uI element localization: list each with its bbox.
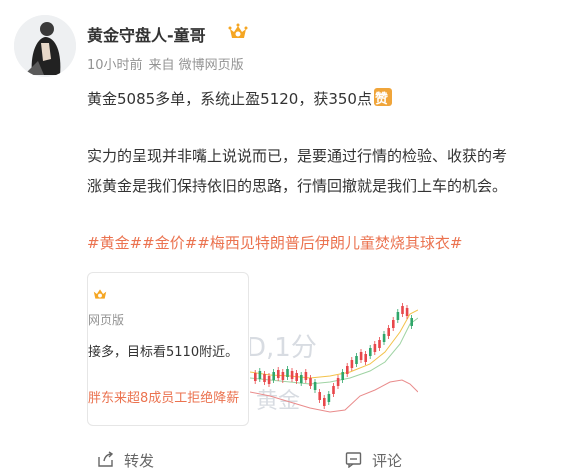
comment-label: 评论 — [372, 452, 403, 470]
chart-image[interactable]: D,1分 黄金 — [250, 272, 418, 424]
candle-body — [304, 372, 308, 380]
quoted-card[interactable]: 网页版 接多，目标看5110附近。 胖东来超8成员工拒绝降薪 — [87, 272, 249, 426]
candle-body — [378, 340, 381, 348]
candle-body — [387, 328, 390, 336]
candle-body — [286, 369, 289, 377]
comment-icon — [345, 452, 362, 469]
candle-body — [364, 354, 367, 362]
post-line-3: 涨黄金是我们保持依旧的思路，行情回撤就是我们上车的机会。 — [87, 177, 508, 195]
card-source: 网页版 — [88, 313, 125, 327]
post-line-2: 实力的呈现并非嘴上说说而已，是要通过行情的检验、收获的考 — [87, 147, 508, 165]
share-label: 转发 — [124, 452, 155, 470]
candle-body — [346, 366, 349, 374]
comment-button[interactable]: 评论 — [345, 450, 402, 471]
candle-body — [382, 334, 386, 342]
chart-watermark-1: D,1分 — [250, 333, 317, 363]
card-link[interactable]: 胖东来超8成员工拒绝降薪 — [88, 387, 239, 406]
author-name[interactable]: 黄金守盘人-童哥 — [87, 22, 206, 46]
candle-body — [350, 360, 354, 368]
author-avatar[interactable] — [14, 15, 76, 77]
candle-body — [290, 371, 294, 379]
vip-crown-icon — [228, 23, 248, 38]
post-hashtags[interactable]: #黄金##金价##梅西见特朗普后伊朗儿童焚烧其球衣# — [87, 232, 462, 253]
share-icon — [98, 451, 114, 467]
zan-emoji-icon — [373, 88, 392, 107]
post-time[interactable]: 10小时前 — [87, 58, 143, 73]
candle-body — [272, 372, 275, 380]
post-meta: 10小时前 来自 微博网页版 — [87, 54, 250, 73]
candle-body — [405, 308, 409, 316]
candle-body — [373, 344, 377, 352]
post-line-1: 黄金5085多单，系统止盈5120，获350点 — [87, 88, 392, 109]
candle-body — [323, 398, 326, 406]
share-button[interactable]: 转发 — [97, 450, 154, 471]
candle-body — [332, 386, 335, 394]
candle-body — [355, 356, 358, 364]
card-text: 接多，目标看5110附近。 — [88, 345, 239, 360]
candle-body — [263, 374, 266, 382]
post-source: 来自 微博网页版 — [148, 58, 244, 73]
candle-body — [281, 372, 285, 380]
candle-body — [401, 306, 404, 314]
candle-body — [341, 372, 344, 380]
post-line-1-text: 黄金5085多单，系统止盈5120，获350点 — [87, 90, 372, 108]
candle-body — [300, 375, 303, 383]
candle-body — [410, 318, 413, 326]
candle-body — [327, 394, 331, 402]
candle-body — [267, 376, 271, 384]
candle-body — [309, 378, 312, 386]
candle-body — [396, 312, 400, 320]
candle-body — [359, 352, 363, 360]
candle-body — [313, 382, 317, 390]
candle-body — [369, 348, 372, 356]
candle-body — [318, 392, 321, 400]
candle-body — [258, 371, 262, 379]
candle-body — [254, 373, 257, 381]
candle-body — [295, 373, 298, 381]
chart-watermark-2: 黄金 — [256, 389, 300, 414]
candle-body — [392, 320, 395, 328]
candle-body — [277, 370, 280, 378]
candle-body — [336, 378, 340, 386]
vip-crown-icon — [93, 289, 107, 299]
